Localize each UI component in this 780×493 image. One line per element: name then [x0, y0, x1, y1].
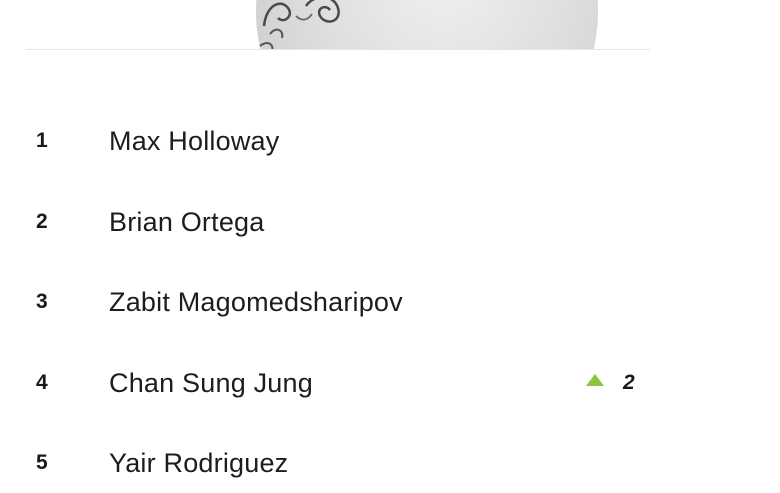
fighter-name-link[interactable]: Zabit Magomedsharipov [109, 272, 403, 332]
rankings-list: 1 Max Holloway 2 Brian Ortega 3 Zabit Ma… [0, 0, 780, 478]
ranking-row[interactable]: 1 Max Holloway [0, 111, 780, 171]
up-arrow-icon [586, 374, 604, 386]
ranking-row[interactable]: 5 Yair Rodriguez [0, 433, 780, 493]
rank-movement: 2 [586, 353, 635, 413]
rank-number: 4 [36, 371, 48, 394]
rank-number: 5 [36, 451, 48, 474]
fighter-name-link[interactable]: Chan Sung Jung [109, 353, 313, 413]
ranking-row[interactable]: 2 Brian Ortega [0, 192, 780, 252]
ranking-row[interactable]: 3 Zabit Magomedsharipov [0, 272, 780, 332]
rank-number: 1 [36, 129, 48, 152]
fighter-name-link[interactable]: Yair Rodriguez [109, 433, 288, 493]
movement-value: 2 [623, 371, 635, 394]
rank-number: 3 [36, 290, 48, 313]
fighter-name-link[interactable]: Max Holloway [109, 111, 279, 171]
fighter-name-link[interactable]: Brian Ortega [109, 192, 264, 252]
rank-number: 2 [36, 210, 48, 233]
ranking-row[interactable]: 4 Chan Sung Jung 2 [0, 353, 780, 413]
